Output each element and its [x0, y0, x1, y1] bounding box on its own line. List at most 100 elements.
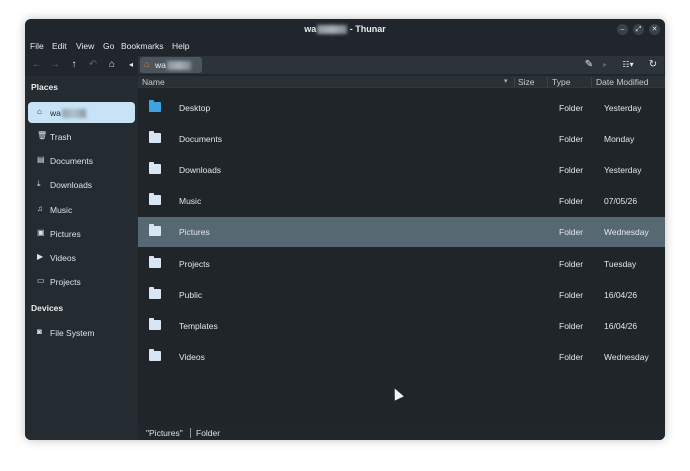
status-selection: "Pictures" — [146, 428, 183, 438]
file-type: Folder — [559, 352, 584, 362]
sidebar-item-home[interactable]: ⌂ wa — [28, 102, 135, 123]
video-icon: ▶ — [37, 252, 44, 261]
table-row[interactable]: Templates Folder 16/04/26 — [138, 311, 665, 341]
trash-icon: 🗑 — [37, 131, 48, 140]
file-date: Wednesday — [604, 352, 649, 362]
redacted-username — [166, 61, 191, 71]
sidebar-item-label: Downloads — [50, 180, 93, 190]
picture-icon: ▣ — [37, 228, 45, 237]
file-date: Yesterday — [604, 103, 642, 113]
file-type: Folder — [559, 134, 584, 144]
status-divider — [190, 428, 191, 438]
templates-folder-icon — [149, 318, 161, 330]
close-button[interactable]: ✕ — [649, 24, 660, 35]
file-name: Desktop — [179, 103, 211, 113]
file-date: Yesterday — [604, 165, 642, 175]
menu-edit[interactable]: Edit — [52, 41, 67, 51]
column-name[interactable]: Name — [142, 77, 165, 87]
sidebar-item-videos[interactable]: ▶ Videos — [28, 247, 135, 268]
column-divider[interactable] — [547, 77, 548, 87]
collapse-left-icon[interactable]: ◂ — [124, 58, 138, 72]
file-name: Pictures — [179, 227, 210, 237]
path-button-home[interactable]: ⌂ wa — [140, 57, 202, 73]
sidebar-item-label: Pictures — [50, 229, 81, 239]
table-row[interactable]: Documents Folder Monday — [138, 124, 665, 154]
file-name: Music — [179, 196, 202, 206]
column-date-modified[interactable]: Date Modified — [596, 77, 648, 87]
downloads-folder-icon — [149, 162, 161, 174]
maximize-button[interactable]: ⤢ — [633, 24, 644, 35]
sidebar-item-label: Trash — [50, 132, 72, 142]
download-icon: ⤓ — [37, 179, 41, 188]
file-date: 07/05/26 — [604, 196, 638, 206]
devices-heading: Devices — [31, 303, 64, 313]
sidebar-item-file-system[interactable]: ◙ File System — [28, 322, 135, 343]
sidebar-item-trash[interactable]: 🗑 Trash — [28, 126, 135, 147]
table-row[interactable]: Projects Folder Tuesday — [138, 249, 665, 279]
menu-help[interactable]: Help — [172, 41, 189, 51]
table-row[interactable]: Public Folder 16/04/26 — [138, 280, 665, 310]
table-row[interactable]: Downloads Folder Yesterday — [138, 155, 665, 185]
folder-icon: ▭ — [37, 276, 45, 285]
home-icon[interactable]: ⌂ — [105, 58, 119, 72]
file-type: Folder — [559, 321, 584, 331]
videos-folder-icon — [149, 349, 161, 361]
table-row-selected[interactable]: Pictures Folder Wednesday — [138, 217, 665, 247]
file-name: Templates — [179, 321, 218, 331]
menu-bar: File Edit View Go Bookmarks Help — [25, 40, 665, 54]
toolbar: ← → ↑ ↶ ⌂ ◂ ⌂ wa ▸ ✎ ☷▾ ↻ — [25, 55, 665, 75]
file-list: Name ▾ Size Type Date Modified Desktop F… — [138, 76, 665, 440]
menu-go[interactable]: Go — [103, 41, 114, 51]
undo-icon[interactable]: ↶ — [86, 58, 100, 72]
file-date: 16/04/26 — [604, 290, 638, 300]
column-divider[interactable] — [514, 77, 515, 87]
sidebar-item-downloads[interactable]: ⤓ Downloads — [28, 174, 135, 195]
file-name: Downloads — [179, 165, 222, 175]
sidebar-item-pictures[interactable]: ▣ Pictures — [28, 223, 135, 244]
table-row[interactable]: Videos Folder Wednesday — [138, 342, 665, 372]
edit-location-icon[interactable]: ✎ — [582, 58, 596, 72]
table-row[interactable]: Music Folder 07/05/26 — [138, 186, 665, 216]
up-icon[interactable]: ↑ — [67, 58, 81, 72]
documents-folder-icon — [149, 131, 161, 143]
column-type[interactable]: Type — [552, 77, 570, 87]
window-title-user: wa — [304, 24, 317, 34]
minimize-button[interactable]: – — [617, 24, 628, 35]
sidebar-item-label: Music — [50, 205, 73, 215]
sidebar-item-documents[interactable]: ▤ Documents — [28, 150, 135, 171]
reload-icon[interactable]: ↻ — [646, 58, 660, 72]
scroll-right-icon[interactable]: ▸ — [598, 58, 612, 72]
places-heading: Places — [31, 82, 58, 92]
file-name: Public — [179, 290, 203, 300]
menu-view[interactable]: View — [76, 41, 94, 51]
pictures-folder-icon — [149, 224, 161, 236]
home-icon: ⌂ — [37, 107, 42, 116]
redacted-username — [61, 109, 86, 119]
window-title: wa - Thunar — [25, 24, 665, 35]
sidebar-item-music[interactable]: ♫ Music — [28, 199, 135, 220]
view-mode-icon[interactable]: ☷▾ — [617, 58, 639, 72]
column-size[interactable]: Size — [518, 77, 535, 87]
title-bar[interactable]: wa - Thunar – ⤢ ✕ — [25, 19, 665, 39]
menu-bookmarks[interactable]: Bookmarks — [121, 41, 164, 51]
column-divider[interactable] — [591, 77, 592, 87]
back-icon[interactable]: ← — [30, 58, 44, 72]
sort-descending-icon[interactable]: ▾ — [504, 77, 508, 85]
menu-file[interactable]: File — [30, 41, 44, 51]
file-manager-window: wa - Thunar – ⤢ ✕ File Edit View Go Book… — [25, 19, 665, 440]
sidebar-item-label: Documents — [50, 156, 93, 166]
sidebar-item-label: Videos — [50, 253, 76, 263]
forward-icon[interactable]: → — [48, 58, 62, 72]
drive-icon: ◙ — [37, 327, 42, 336]
status-bar: "Pictures" Folder — [138, 426, 665, 440]
sidebar-item-projects[interactable]: ▭ Projects — [28, 271, 135, 292]
status-type: Folder — [196, 428, 221, 438]
file-type: Folder — [559, 227, 584, 237]
home-folder-icon: ⌂ — [144, 59, 150, 69]
path-button-label: wa — [155, 60, 191, 71]
file-type: Folder — [559, 290, 584, 300]
sidebar: Places ⌂ wa 🗑 Trash ▤ Documents ⤓ Downlo… — [25, 76, 138, 440]
file-date: Monday — [604, 134, 635, 144]
table-row[interactable]: Desktop Folder Yesterday — [138, 93, 665, 123]
redacted-username — [317, 25, 348, 35]
